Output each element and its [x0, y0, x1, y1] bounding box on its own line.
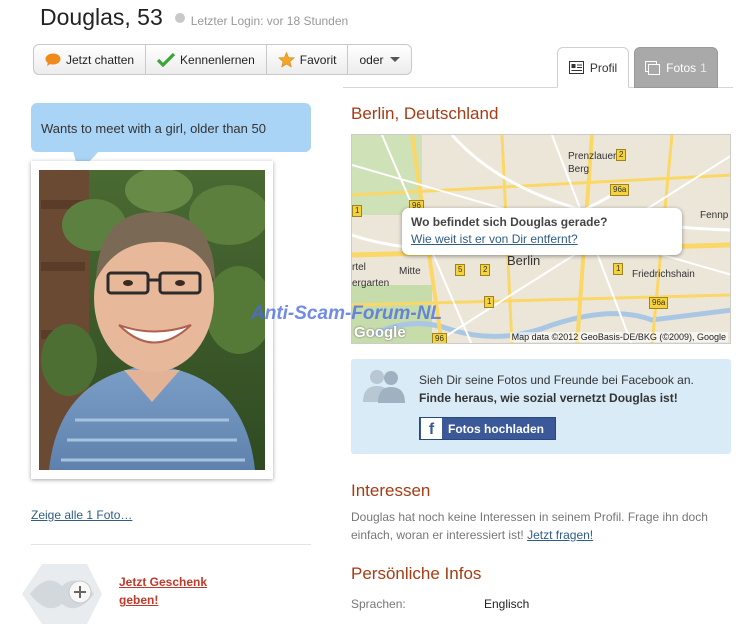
- road-badge: 96a: [649, 297, 669, 309]
- road-badge: 1: [352, 205, 363, 217]
- gift-kiss-icon[interactable]: [22, 564, 102, 628]
- upload-photos-label: Fotos hochladen: [448, 421, 544, 436]
- facebook-promo-box: Sieh Dir seine Fotos und Freunde bei Fac…: [351, 359, 731, 454]
- more-dropdown-label: oder: [359, 52, 384, 67]
- chevron-down-icon: [389, 57, 400, 62]
- star-icon: [277, 51, 295, 68]
- google-logo: Google: [354, 324, 406, 341]
- languages-label: Sprachen:: [351, 597, 406, 611]
- road-badge: 96a: [610, 184, 630, 196]
- map-label-berg: Berg: [568, 164, 590, 175]
- left-divider: [31, 544, 311, 545]
- map-popup: Wo befindet sich Douglas gerade? Wie wei…: [402, 208, 682, 255]
- tab-fotos-count: 1: [700, 60, 707, 75]
- tab-fotos-label: Fotos: [666, 60, 697, 75]
- show-all-photos-link[interactable]: Zeige alle 1 Foto…: [31, 508, 132, 522]
- more-dropdown[interactable]: oder: [348, 45, 410, 74]
- map-label-berlin: Berlin: [507, 253, 541, 268]
- profile-photo-frame[interactable]: [31, 161, 273, 479]
- map-attribution: Map data ©2012 GeoBasis-DE/BKG (©2009), …: [509, 332, 728, 342]
- map-label-rtel: rtel: [352, 262, 366, 273]
- road-badge: 96: [432, 333, 447, 343]
- road-badge: 2: [616, 149, 627, 161]
- meet-button[interactable]: Kennenlernen: [146, 45, 267, 74]
- facebook-icon: f: [421, 418, 442, 439]
- action-toolbar: Jetzt chatten Kennenlernen Favorit oder: [33, 44, 412, 75]
- profile-photo[interactable]: [39, 170, 265, 470]
- map-label-ergarten: ergarten: [352, 278, 390, 289]
- languages-value: Englisch: [484, 597, 530, 611]
- facebook-promo-line2: Finde heraus, wie sozial vernetzt Dougla…: [419, 391, 678, 405]
- chat-button[interactable]: Jetzt chatten: [34, 45, 147, 74]
- upload-photos-facebook-button[interactable]: f Fotos hochladen: [419, 417, 556, 440]
- map-label-fennp: Fennp: [700, 210, 729, 221]
- ask-now-link[interactable]: Jetzt fragen!: [527, 528, 593, 542]
- give-gift-link[interactable]: Jetzt Geschenk geben!: [119, 573, 229, 609]
- gift-link-line2: geben!: [119, 593, 159, 607]
- map-label-mitte: Mitte: [399, 266, 421, 277]
- facebook-promo-line1: Sieh Dir seine Fotos und Freunde bei Fac…: [419, 373, 694, 387]
- personal-info-title: Persönliche Infos: [351, 564, 482, 583]
- tab-profil-label: Profil: [589, 60, 618, 75]
- tab-fotos[interactable]: Fotos 1: [634, 47, 718, 88]
- location-title: Berlin, Deutschland: [351, 104, 499, 123]
- favorite-button-label: Favorit: [299, 52, 337, 67]
- road-badge: 5: [455, 264, 466, 276]
- checkmark-icon: [157, 52, 176, 67]
- profile-name: Douglas, 53: [40, 4, 163, 30]
- gift-link-line1: Jetzt Geschenk: [119, 575, 208, 589]
- last-login-text: Letzter Login: vor 18 Stunden: [190, 14, 349, 28]
- map-label-prenzlauer: Prenzlauer: [568, 151, 617, 162]
- online-status-dot: [174, 13, 185, 23]
- road-badge: 1: [484, 296, 495, 308]
- road-badge: 1: [613, 263, 624, 275]
- map-label-friedrichshain: Friedrichshain: [632, 269, 695, 280]
- intention-bubble: Wants to meet with a girl, older than 50: [31, 103, 311, 152]
- interests-title: Interessen: [351, 481, 431, 500]
- photos-icon: [645, 60, 661, 75]
- profile-header: Douglas, 53 Letzter Login: vor 18 Stunde…: [40, 4, 348, 31]
- profile-card-icon: [568, 61, 584, 74]
- intention-text: Wants to meet with a girl, older than 50: [41, 121, 266, 136]
- favorite-button[interactable]: Favorit: [267, 45, 349, 74]
- tab-profil[interactable]: Profil: [557, 47, 629, 88]
- road-badge: 2: [480, 264, 491, 276]
- chat-button-label: Jetzt chatten: [66, 52, 135, 67]
- meet-button-label: Kennenlernen: [180, 52, 255, 67]
- people-silhouette-icon: [361, 368, 407, 409]
- map-popup-question: Wo befindet sich Douglas gerade?: [411, 215, 608, 229]
- watermark-text: Anti-Scam-Forum-NL: [251, 303, 443, 324]
- chat-bubble-icon: [45, 53, 61, 67]
- interests-text-block: Douglas hat noch keine Interessen in sei…: [351, 508, 721, 544]
- distance-link[interactable]: Wie weit ist er von Dir entfernt?: [411, 232, 682, 246]
